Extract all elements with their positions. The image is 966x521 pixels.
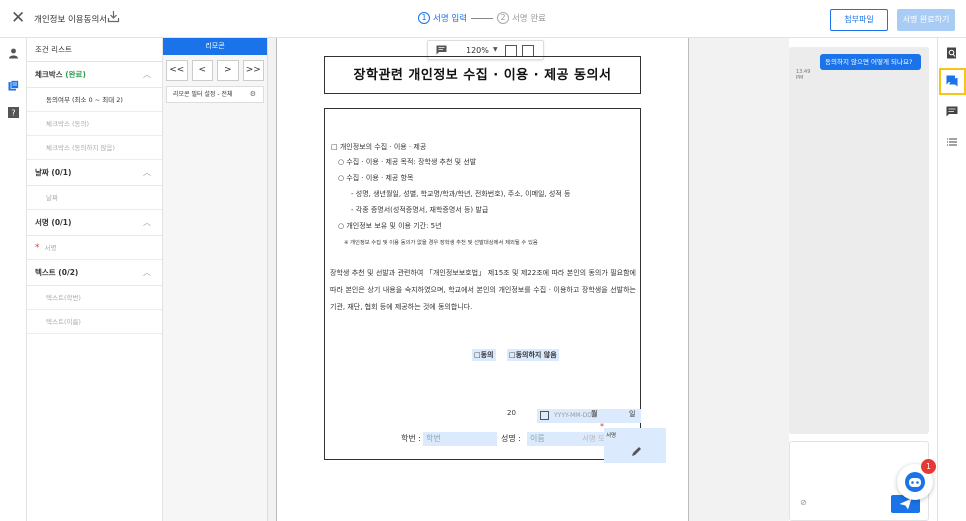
group-text[interactable]: 텍스트 (0/2) ︿ xyxy=(27,260,162,286)
chat-time: 13:49 PM xyxy=(796,69,811,81)
condition-item[interactable]: 동의여부 (최소 0 ~ 최대 2) xyxy=(27,88,162,112)
documents-icon[interactable] xyxy=(8,80,19,91)
chat-icon[interactable] xyxy=(946,75,958,87)
month-label: 월 xyxy=(591,410,598,418)
day-label: 일 xyxy=(629,410,636,418)
document-viewer: 120% ▼ 장학관련 개인정보 수집 · 이용 · 제공 동의서 □ 개인정보… xyxy=(268,38,789,521)
person-icon[interactable] xyxy=(8,48,19,59)
disagree-checkbox[interactable]: □동의하지 않음 xyxy=(507,349,559,361)
gear-icon[interactable]: ⚙ xyxy=(250,87,256,102)
condition-item[interactable]: 텍스트(이름) xyxy=(27,310,162,334)
group-label: 체크박스 xyxy=(35,70,63,79)
doc-note: ※ 개인정보 수집 및 이용 동의가 없을 경우 장학생 추천 및 선발대상에서… xyxy=(344,240,538,246)
calendar-icon[interactable] xyxy=(540,411,549,420)
group-date[interactable]: 날짜 (0/1) ︿ xyxy=(27,160,162,186)
condition-item[interactable]: 체크박스 (동의하지 않음) xyxy=(27,136,162,160)
condition-item[interactable]: 체크박스 (동의) xyxy=(27,112,162,136)
remote-filter-label: 리모콘 필터 설정 - 전체 xyxy=(173,91,233,98)
condition-item[interactable]: * 서명 xyxy=(27,236,162,260)
date-placeholder: YYYY-MM-DD xyxy=(554,412,592,419)
chevron-up-icon[interactable]: ︿ xyxy=(143,160,151,186)
search-document-icon[interactable] xyxy=(946,47,958,59)
last-button[interactable]: >> xyxy=(242,60,264,81)
group-label: 날짜 (0/1) xyxy=(35,168,72,177)
chevron-up-icon[interactable]: ︿ xyxy=(143,62,151,88)
doc-line: ○ 수집 · 이용 · 제공 항목 xyxy=(338,174,414,182)
chat-message: 동의하지 않으면 어떻게 되나요? xyxy=(820,54,921,70)
caret-down-icon[interactable]: ▼ xyxy=(493,46,498,53)
year-prefix: 20 xyxy=(507,409,516,417)
required-mark: * xyxy=(35,243,40,253)
doc-line: - 성명, 생년월일, 성별, 학교명/학과/학년, 전화번호), 주소, 이메… xyxy=(351,190,571,198)
remote-filter-setting[interactable]: 리모콘 필터 설정 - 전체 ⚙ xyxy=(166,86,264,103)
svg-text:?: ? xyxy=(11,109,15,118)
zoom-level[interactable]: 120% xyxy=(466,46,489,55)
agree-checkbox[interactable]: □동의 xyxy=(472,349,496,361)
signature-field[interactable]: * 서명 xyxy=(600,422,666,463)
document-title: 개인정보 이용동의서 xyxy=(34,15,108,25)
chat-messages-panel: 동의하지 않으면 어떻게 되나요? 13:49 PM xyxy=(789,47,929,434)
condition-item-label: 서명 xyxy=(44,244,57,252)
remote-panel: 리모콘 << < > >> 리모콘 필터 설정 - 전체 ⚙ xyxy=(163,38,268,521)
condition-item[interactable]: 텍스트(학번) xyxy=(27,286,162,310)
condition-list-title: 조건 리스트 xyxy=(27,38,162,62)
doc-line: ○ 개인정보 보유 및 이용 기간: 5년 xyxy=(338,222,442,230)
next-button[interactable]: > xyxy=(217,60,239,81)
required-mark: * xyxy=(600,422,604,431)
condition-item[interactable]: 날짜 xyxy=(27,186,162,210)
step-2-label: 서명 완료 xyxy=(511,14,546,24)
paperclip-icon[interactable]: ⊘ xyxy=(800,498,807,507)
step-1-label: 서명 입력 xyxy=(433,14,467,24)
student-id-label: 학번 : xyxy=(401,434,421,443)
prev-button[interactable]: < xyxy=(191,60,213,81)
header-bar: ✕ 개인정보 이용동의서 1 서명 입력 2 서명 완료 첨부파일 서명 완료하… xyxy=(0,0,966,38)
remote-nav: << < > >> xyxy=(166,60,264,81)
step-1-number: 1 xyxy=(418,12,430,24)
list-icon[interactable] xyxy=(946,136,958,148)
group-status: (완료) xyxy=(65,70,86,79)
name-label: 성명 : xyxy=(501,434,521,443)
doc-line: □ 개인정보의 수집 · 이용 · 제공 xyxy=(331,143,427,151)
send-icon xyxy=(899,498,912,510)
download-icon[interactable] xyxy=(107,10,120,23)
document-body: □ 개인정보의 수집 · 이용 · 제공 ○ 수집 · 이용 · 제공 목적: … xyxy=(324,108,641,460)
chatbot-icon xyxy=(905,472,925,492)
doc-paragraph: 장학생 추천 및 선발과 관련하여 「개인정보보호법」 제15조 및 제22조에… xyxy=(330,269,636,311)
first-button[interactable]: << xyxy=(166,60,188,81)
group-checkbox[interactable]: 체크박스 (완료) ︿ xyxy=(27,62,162,88)
date-field[interactable]: YYYY-MM-DD xyxy=(537,409,641,423)
group-label: 텍스트 (0/2) xyxy=(35,268,79,277)
signature-field-label: 서명 xyxy=(606,433,617,439)
comment-icon[interactable] xyxy=(946,106,958,118)
remote-title: 리모콘 xyxy=(163,38,267,55)
chevron-up-icon[interactable]: ︿ xyxy=(143,210,151,236)
notification-badge: 1 xyxy=(921,459,936,474)
doc-line: ○ 수집 · 이용 · 제공 목적: 장학생 추천 및 선발 xyxy=(338,158,477,166)
finish-signing-button[interactable]: 서명 완료하기 xyxy=(897,9,955,31)
attach-file-button[interactable]: 첨부파일 xyxy=(830,9,888,31)
step-indicator: 1 서명 입력 2 서명 완료 xyxy=(418,12,546,24)
help-icon[interactable]: ? xyxy=(8,107,19,118)
document-heading: 장학관련 개인정보 수집 · 이용 · 제공 동의서 xyxy=(324,56,641,94)
condition-list-panel: 조건 리스트 체크박스 (완료) ︿ 동의여부 (최소 0 ~ 최대 2) 체크… xyxy=(27,38,163,521)
group-label: 서명 (0/1) xyxy=(35,218,72,227)
step-2-number: 2 xyxy=(496,12,509,24)
chevron-up-icon[interactable]: ︿ xyxy=(143,260,151,286)
doc-line: - 각종 증명서(성적증명서, 재학증명서 등) 발급 xyxy=(351,206,489,214)
group-signature[interactable]: 서명 (0/1) ︿ xyxy=(27,210,162,236)
comment-icon[interactable] xyxy=(436,45,447,55)
right-rail xyxy=(937,38,966,521)
left-rail: ? xyxy=(0,38,27,521)
student-id-field[interactable]: 학번 xyxy=(423,432,497,446)
close-icon[interactable]: ✕ xyxy=(11,9,25,27)
pen-icon[interactable] xyxy=(630,446,642,458)
step-connector xyxy=(470,17,493,19)
